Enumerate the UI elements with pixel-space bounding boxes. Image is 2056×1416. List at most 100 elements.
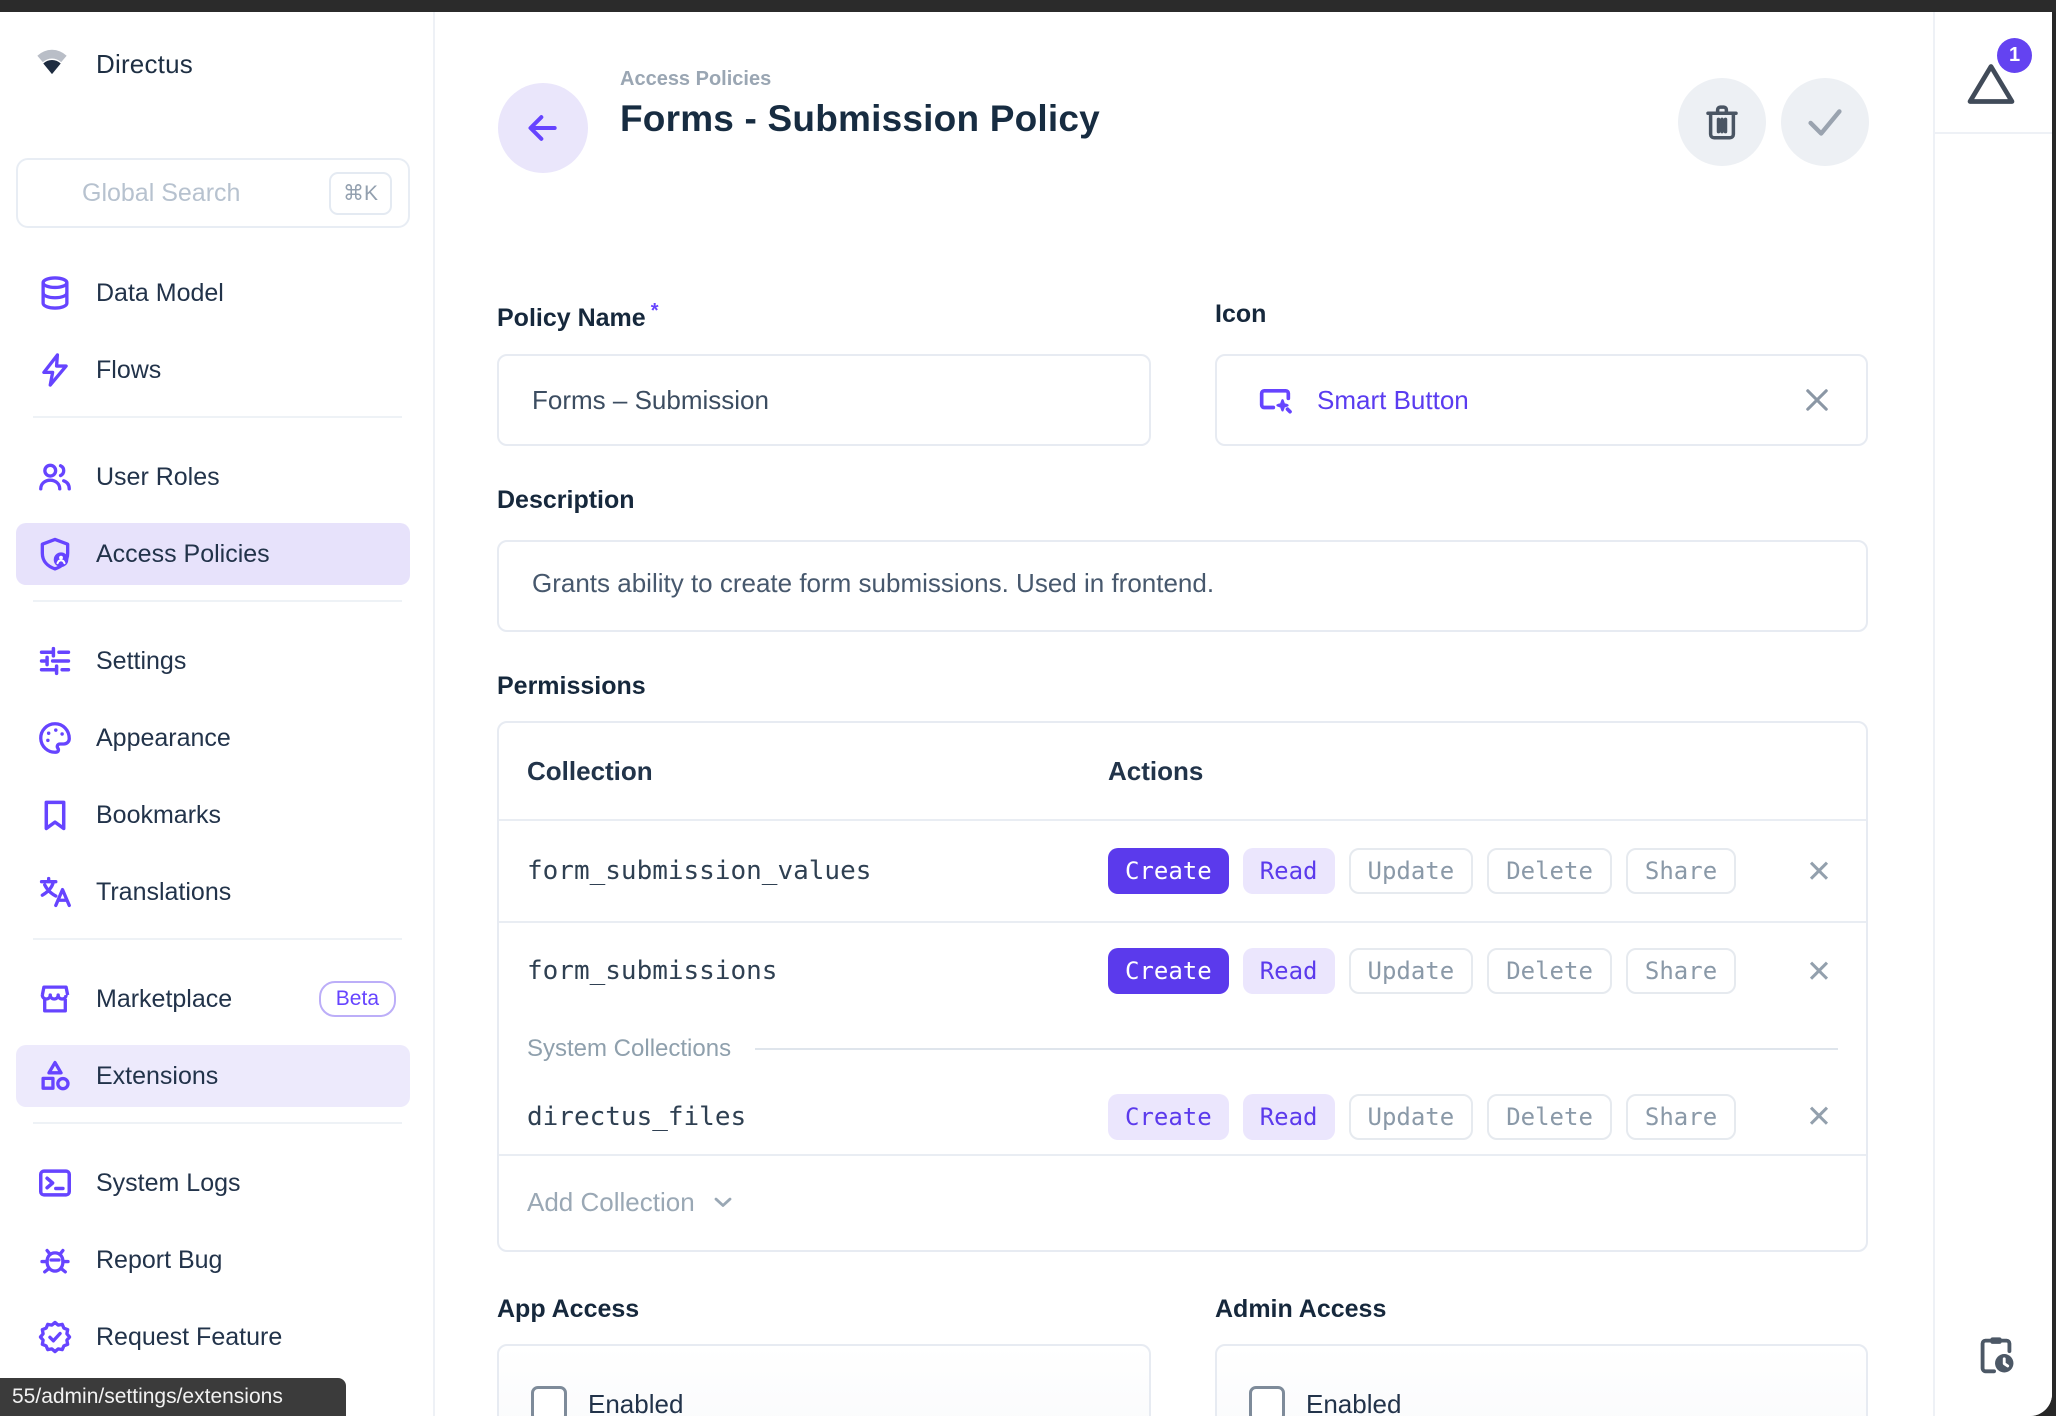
column-header-collection: Collection — [527, 756, 1108, 787]
column-header-actions: Actions — [1108, 756, 1203, 787]
permission-row-form-submission-values: form_submission_values Create Read Updat… — [499, 821, 1866, 923]
page-title: Forms - Submission Policy — [620, 98, 1100, 140]
action-chip-delete[interactable]: Delete — [1487, 1094, 1612, 1140]
back-button[interactable] — [498, 83, 588, 173]
delete-button[interactable] — [1678, 78, 1766, 166]
permissions-table: Collection Actions form_submission_value… — [497, 721, 1868, 1252]
bug-icon — [36, 1241, 74, 1279]
sidebar-item-data-model[interactable]: Data Model — [16, 262, 410, 324]
description-label: Description — [497, 486, 635, 515]
permissions-table-header: Collection Actions — [499, 723, 1866, 821]
action-chip-create[interactable]: Create — [1108, 848, 1229, 894]
action-chip-update[interactable]: Update — [1349, 1094, 1474, 1140]
sidebar-item-translations[interactable]: Translations — [16, 861, 410, 923]
action-chip-update[interactable]: Update — [1349, 848, 1474, 894]
action-chips: Create Read Update Delete Share — [1108, 848, 1736, 894]
admin-access-box: Enabled — [1215, 1344, 1868, 1416]
admin-access-checkbox-label: Enabled — [1306, 1389, 1401, 1416]
search-placeholder: Global Search — [18, 179, 329, 208]
add-collection-button[interactable]: Add Collection — [499, 1156, 1866, 1248]
sidebar-divider — [33, 938, 402, 940]
sidebar-item-access-policies[interactable]: Access Policies — [16, 523, 410, 585]
sidebar-divider — [33, 1122, 402, 1124]
sidebar-item-user-roles[interactable]: User Roles — [16, 446, 410, 508]
description-input[interactable]: Grants ability to create form submission… — [497, 540, 1868, 632]
app-access-checkbox[interactable] — [531, 1386, 567, 1416]
sidebar-item-label: Bookmarks — [96, 801, 221, 830]
bookmark-icon — [36, 796, 74, 834]
status-url-tooltip: 55/admin/settings/extensions — [0, 1378, 346, 1416]
collection-name: form_submission_values — [527, 856, 1108, 886]
sidebar-item-settings[interactable]: Settings — [16, 630, 410, 692]
remove-row-icon[interactable]: ✕ — [1806, 956, 1832, 987]
action-chip-update[interactable]: Update — [1349, 948, 1474, 994]
description-value: Grants ability to create form submission… — [532, 568, 1214, 599]
action-chip-read[interactable]: Read — [1243, 848, 1335, 894]
action-chip-create[interactable]: Create — [1108, 948, 1229, 994]
terminal-icon — [36, 1164, 74, 1202]
chevron-down-icon — [709, 1188, 737, 1216]
divider-line — [755, 1048, 1838, 1050]
sidebar-item-request-feature[interactable]: Request Feature — [16, 1306, 410, 1368]
action-chips: Create Read Update Delete Share — [1108, 948, 1736, 994]
clipboard-clock-icon[interactable] — [1973, 1332, 2019, 1378]
sidebar-item-label: System Logs — [96, 1169, 241, 1198]
icon-input[interactable]: Smart Button — [1215, 354, 1868, 446]
sidebar-item-extensions[interactable]: Extensions — [16, 1045, 410, 1107]
sidebar-divider — [33, 600, 402, 602]
app-name: Directus — [96, 49, 193, 80]
sidebar-item-label: Translations — [96, 878, 231, 907]
storefront-icon — [36, 980, 74, 1018]
action-chip-delete[interactable]: Delete — [1487, 948, 1612, 994]
sidebar-nav: Data Model Flows User Roles — [0, 262, 435, 1383]
trash-icon — [1701, 101, 1743, 143]
global-search-input[interactable]: Global Search ⌘K — [16, 158, 410, 228]
admin-access-label: Admin Access — [1215, 1295, 1386, 1324]
action-chip-create[interactable]: Create — [1108, 1094, 1229, 1140]
sidebar-item-flows[interactable]: Flows — [16, 339, 410, 401]
action-chip-read[interactable]: Read — [1243, 948, 1335, 994]
right-rail: 1 — [1933, 12, 2052, 1416]
app-logo-row[interactable]: Directus — [30, 42, 193, 86]
sidebar-item-appearance[interactable]: Appearance — [16, 707, 410, 769]
icon-label: Icon — [1215, 300, 1266, 329]
permission-row-directus-files: directus_files Create Read Update Delete… — [499, 1079, 1866, 1156]
sidebar-item-label: Flows — [96, 356, 161, 385]
app-access-label: App Access — [497, 1295, 639, 1324]
beta-badge: Beta — [319, 981, 396, 1017]
action-chip-share[interactable]: Share — [1626, 848, 1736, 894]
sidebar-item-system-logs[interactable]: System Logs — [16, 1152, 410, 1214]
sidebar-item-label: Settings — [96, 647, 186, 676]
action-chip-share[interactable]: Share — [1626, 1094, 1736, 1140]
permission-row-form-submissions: form_submissions Create Read Update Dele… — [499, 923, 1866, 1019]
clear-icon-button[interactable] — [1800, 383, 1834, 417]
permissions-label: Permissions — [497, 672, 646, 701]
system-collections-divider: System Collections — [499, 1019, 1866, 1079]
remove-row-icon[interactable]: ✕ — [1806, 1101, 1832, 1132]
breadcrumb[interactable]: Access Policies — [620, 68, 771, 91]
sidebar-item-label: Marketplace — [96, 985, 232, 1014]
action-chip-share[interactable]: Share — [1626, 948, 1736, 994]
sidebar-item-label: Report Bug — [96, 1246, 222, 1275]
check-icon — [1802, 99, 1848, 145]
required-star: * — [651, 300, 659, 322]
admin-access-checkbox[interactable] — [1249, 1386, 1285, 1416]
translate-icon — [36, 873, 74, 911]
policy-name-value: Forms – Submission — [532, 385, 769, 416]
icon-value: Smart Button — [1317, 385, 1469, 416]
save-button[interactable] — [1781, 78, 1869, 166]
sidebar-item-label: Access Policies — [96, 540, 270, 569]
sidebar-item-marketplace[interactable]: Marketplace Beta — [16, 968, 410, 1030]
sidebar-item-label: Extensions — [96, 1062, 218, 1091]
system-collections-label: System Collections — [527, 1035, 731, 1063]
main-content: Access Policies Forms - Submission Polic… — [435, 12, 1933, 1416]
window-top-bar — [0, 0, 2056, 12]
remove-row-icon[interactable]: ✕ — [1806, 856, 1832, 887]
policy-name-input[interactable]: Forms – Submission — [497, 354, 1151, 446]
sidebar-item-report-bug[interactable]: Report Bug — [16, 1229, 410, 1291]
sidebar-item-label: Appearance — [96, 724, 231, 753]
action-chip-read[interactable]: Read — [1243, 1094, 1335, 1140]
sidebar-item-bookmarks[interactable]: Bookmarks — [16, 784, 410, 846]
action-chip-delete[interactable]: Delete — [1487, 848, 1612, 894]
notification-badge[interactable]: 1 — [1997, 38, 2032, 73]
